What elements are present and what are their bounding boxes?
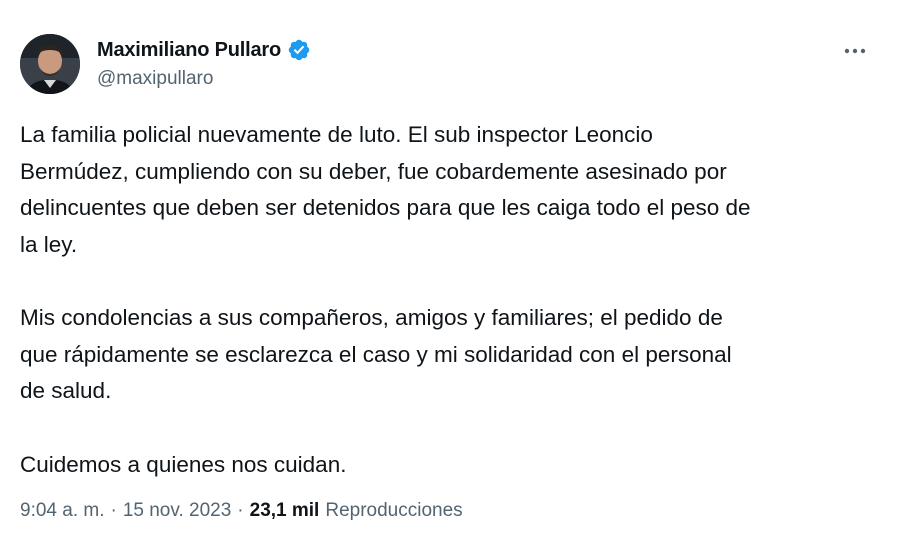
tweet-meta: 9:04 a. m. · 15 nov. 2023 · 23,1 mil Rep…: [20, 500, 463, 522]
views-count: 23,1 mil: [249, 500, 320, 521]
user-handle[interactable]: @maxipullaro: [97, 68, 311, 90]
display-name-row: Maximiliano Pullaro: [97, 38, 311, 62]
views-label: Reproducciones: [325, 500, 463, 521]
avatar[interactable]: [20, 34, 80, 94]
tweet-paragraph: La familia policial nuevamente de luto. …: [20, 122, 751, 257]
tweet-date[interactable]: 15 nov. 2023: [123, 500, 231, 522]
meta-separator: ·: [237, 500, 244, 521]
tweet-paragraph: Mis condolencias a sus compañeros, amigo…: [20, 305, 732, 403]
tweet-card: Maximiliano Pullaro @maxipullaro La fami…: [0, 0, 900, 551]
meta-separator: ·: [110, 500, 117, 521]
more-horizontal-icon: [844, 42, 866, 60]
display-name[interactable]: Maximiliano Pullaro: [97, 39, 281, 62]
tweet-time[interactable]: 9:04 a. m.: [20, 500, 105, 522]
verified-badge-icon[interactable]: [287, 38, 311, 62]
tweet-text: La familia policial nuevamente de luto. …: [20, 117, 880, 520]
tweet-paragraph: Cuidemos a quienes nos cuidan.: [20, 451, 347, 477]
more-options-button[interactable]: [838, 36, 872, 66]
user-info: Maximiliano Pullaro @maxipullaro: [97, 38, 311, 90]
